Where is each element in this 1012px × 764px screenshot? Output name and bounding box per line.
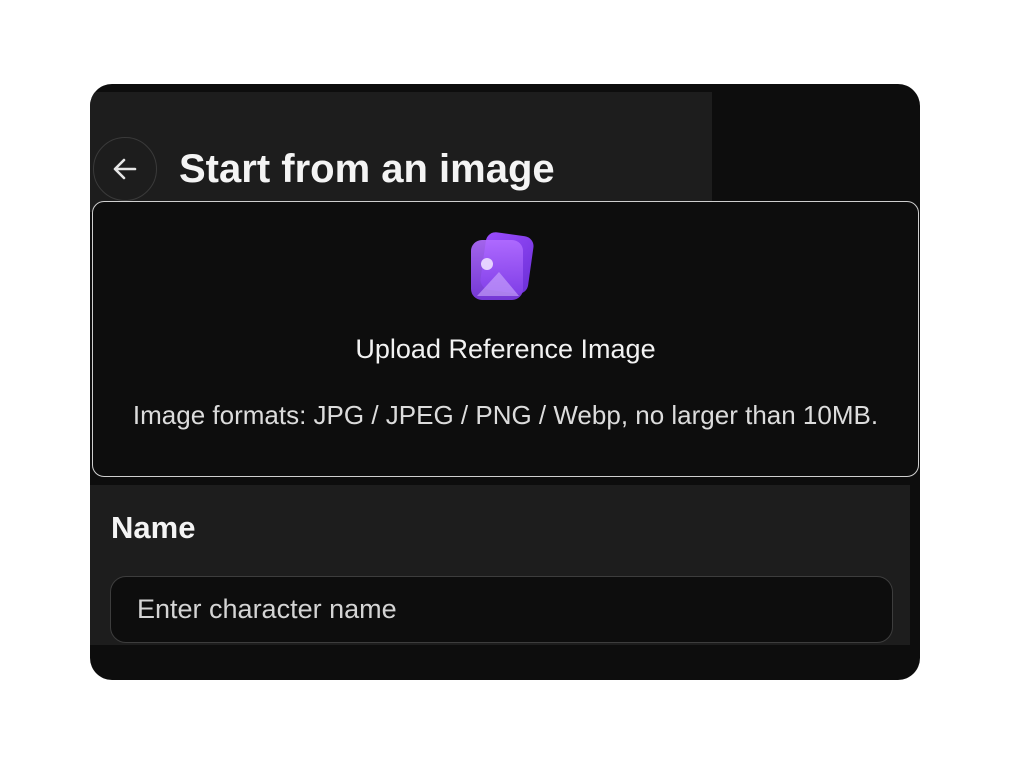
image-stack-icon bbox=[471, 232, 534, 300]
page-title: Start from an image bbox=[179, 147, 555, 191]
header: Start from an image bbox=[90, 92, 712, 212]
name-section: Name bbox=[90, 485, 910, 645]
character-name-input[interactable] bbox=[110, 576, 893, 643]
upload-reference-image-dropzone[interactable]: Upload Reference Image Image formats: JP… bbox=[92, 201, 919, 477]
upload-title: Upload Reference Image bbox=[355, 334, 656, 364]
arrow-left-icon bbox=[113, 158, 137, 180]
name-label: Name bbox=[111, 510, 196, 545]
back-button[interactable] bbox=[93, 137, 157, 201]
character-creation-panel: Start from an image Upload Reference Ima… bbox=[90, 84, 920, 680]
upload-format-hint: Image formats: JPG / JPEG / PNG / Webp, … bbox=[132, 400, 879, 430]
